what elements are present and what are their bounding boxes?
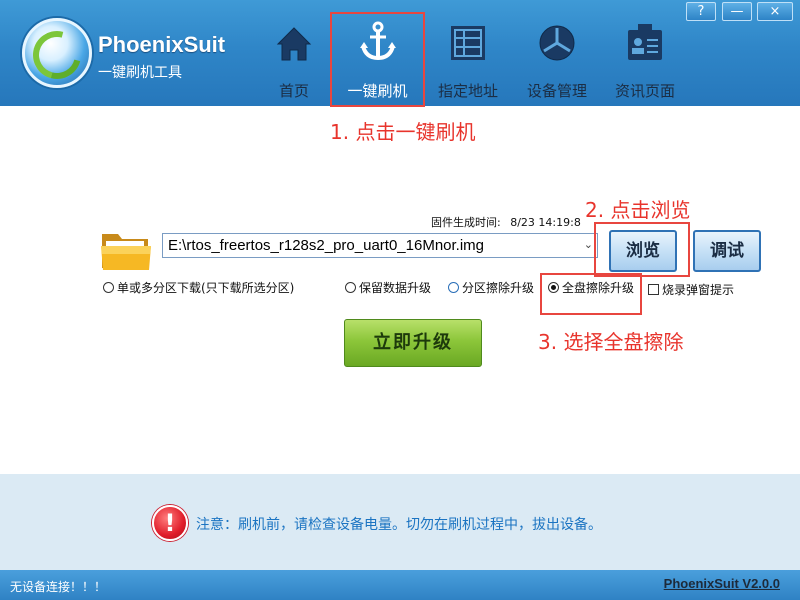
option-partition-download[interactable]: 单或多分区下载(只下载所选分区) (103, 279, 294, 296)
firmware-time-label: 固件生成时间: (431, 216, 501, 229)
status-bar: 无设备连接！！！ PhoenixSuit V2.0.0 (0, 570, 800, 600)
nav-label: 指定地址 (437, 82, 498, 100)
device-icon (539, 25, 575, 61)
radio-button[interactable] (345, 282, 356, 293)
app-subtitle: 一键刷机工具 (98, 65, 182, 81)
debug-button[interactable]: 调试 (693, 230, 761, 272)
nav-label: 设备管理 (526, 82, 587, 100)
phoenix-logo-icon (22, 18, 92, 88)
annotation-step-3: 3. 选择全盘擦除 (538, 330, 684, 354)
nav-item-device-management[interactable]: 设备管理 (516, 14, 598, 102)
nav-item-one-click-flash[interactable]: 一键刷机 (330, 12, 425, 107)
home-icon (276, 27, 312, 61)
option-full-erase-upgrade[interactable]: 全盘擦除升级 (548, 279, 634, 296)
grid-icon (451, 26, 485, 60)
annotation-step-1: 1. 点击一键刷机 (330, 120, 476, 144)
option-keep-data-upgrade[interactable]: 保留数据升级 (345, 279, 431, 296)
logo-ring (24, 22, 90, 88)
header-bar: PhoenixSuit 一键刷机工具 首页 一键刷机 指定地址 设备管理 资讯页… (0, 0, 800, 107)
id-card-icon (628, 24, 662, 60)
close-button[interactable]: × (757, 2, 793, 21)
help-button[interactable]: ? (686, 2, 716, 21)
radio-button[interactable] (103, 282, 114, 293)
chevron-down-icon[interactable]: ⌄ (584, 234, 593, 257)
checkbox[interactable] (648, 284, 659, 295)
annotation-box-browse (594, 222, 690, 277)
version-link[interactable]: PhoenixSuit V2.0.0 (664, 576, 780, 591)
option-popup-hint[interactable]: 烧录弹窗提示 (648, 281, 734, 298)
minimize-button[interactable]: — (722, 2, 752, 21)
option-label: 全盘擦除升级 (562, 281, 635, 295)
firmware-path-value: E:\rtos_freertos_r128s2_pro_uart0_16Mnor… (168, 237, 485, 254)
firmware-path-select[interactable]: E:\rtos_freertos_r128s2_pro_uart0_16Mnor… (162, 233, 598, 258)
notice-panel: ! 注意：刷机前，请检查设备电量。切勿在刷机过程中，拔出设备。 (0, 474, 800, 570)
option-partition-erase-upgrade[interactable]: 分区擦除升级 (448, 279, 534, 296)
warning-mark: ! (164, 509, 176, 537)
option-label: 单或多分区下载(只下载所选分区) (117, 281, 295, 295)
anchor-icon (359, 21, 396, 61)
firmware-time: 固件生成时间: 8/23 14:19:8 (431, 214, 581, 230)
notice-text: 注意：刷机前，请检查设备电量。切勿在刷机过程中，拔出设备。 (196, 517, 602, 533)
nav-item-home[interactable]: 首页 (253, 14, 335, 102)
nav-label: 资讯页面 (614, 82, 675, 100)
firmware-time-value: 8/23 14:19:8 (510, 216, 581, 229)
upgrade-now-button[interactable]: 立即升级 (344, 319, 482, 367)
warning-icon: ! (152, 505, 188, 541)
radio-button[interactable] (448, 282, 459, 293)
connection-status: 无设备连接！！！ (10, 580, 107, 594)
folder-icon[interactable] (100, 228, 152, 272)
nav-item-specified-address[interactable]: 指定地址 (427, 14, 509, 102)
option-label: 烧录弹窗提示 (662, 283, 735, 297)
nav-item-news-page[interactable]: 资讯页面 (604, 14, 686, 102)
app-title: PhoenixSuit (98, 32, 226, 57)
annotation-step-2: 2. 点击浏览 (585, 198, 691, 222)
nav-label: 首页 (278, 82, 309, 100)
nav-label: 一键刷机 (347, 82, 408, 100)
option-label: 分区擦除升级 (462, 281, 535, 295)
radio-button-selected[interactable] (548, 282, 559, 293)
option-label: 保留数据升级 (359, 281, 432, 295)
